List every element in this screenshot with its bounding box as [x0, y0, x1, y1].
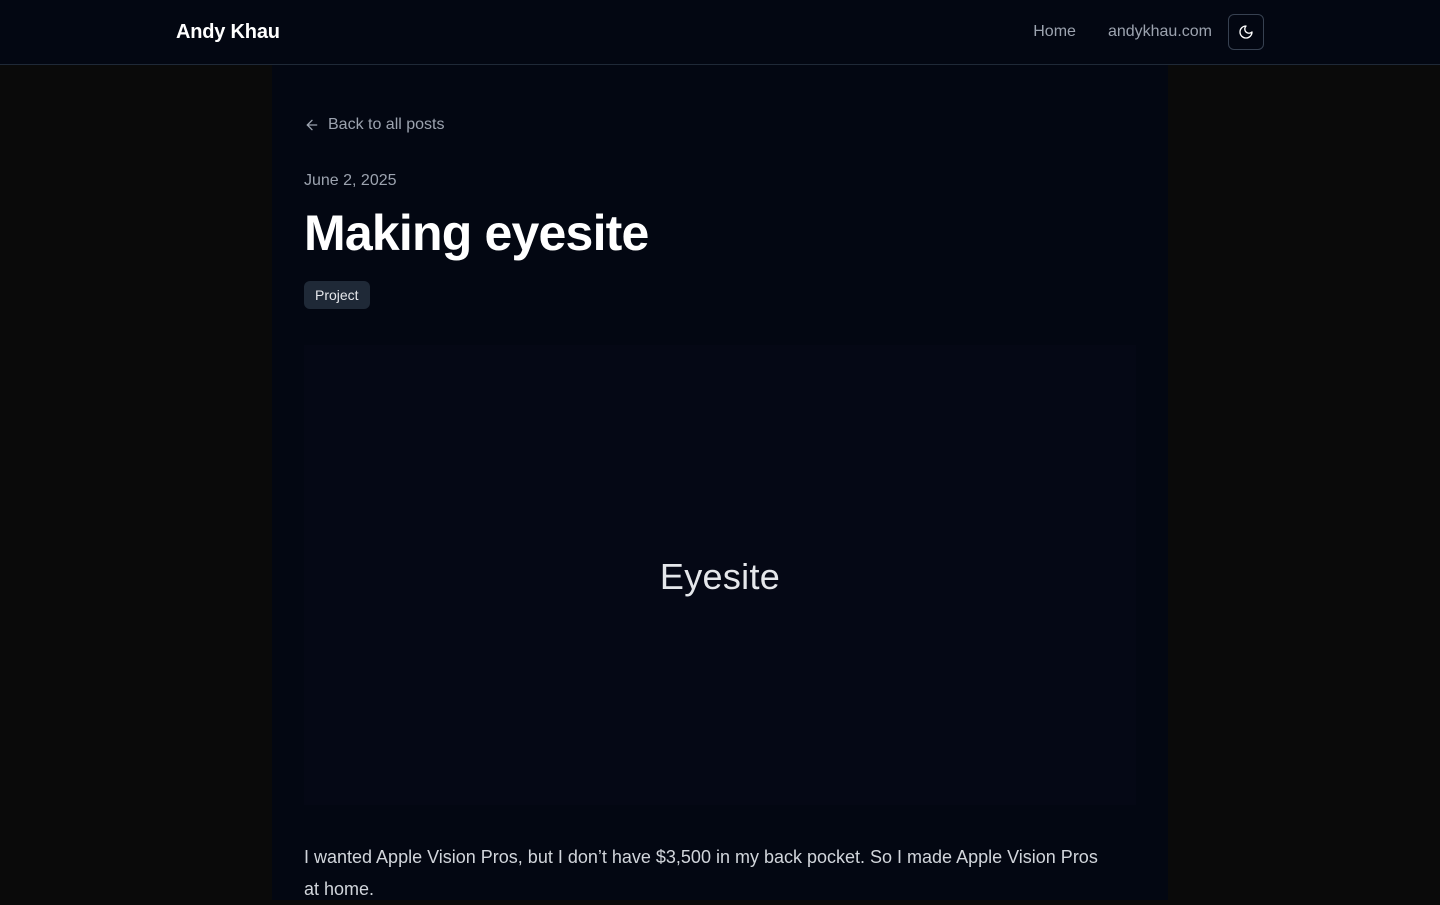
arrow-left-icon — [304, 117, 320, 133]
main-nav: Home andykhau.com — [1033, 20, 1212, 44]
top-navbar: Andy Khau Home andykhau.com — [0, 0, 1440, 65]
tag-badge[interactable]: Project — [304, 281, 370, 309]
hero-image: Eyesite — [304, 345, 1136, 805]
hero-image-text: Eyesite — [659, 556, 781, 597]
article-container: Back to all posts June 2, 2025 Making ey… — [272, 65, 1168, 900]
back-to-posts-link[interactable]: Back to all posts — [304, 113, 445, 137]
back-link-label: Back to all posts — [328, 116, 445, 133]
moon-icon — [1238, 24, 1254, 40]
nav-link-andykhau[interactable]: andykhau.com — [1108, 20, 1212, 44]
theme-toggle-button[interactable] — [1228, 14, 1264, 50]
post-title: Making eyesite — [304, 205, 649, 261]
nav-link-home[interactable]: Home — [1033, 20, 1076, 44]
site-brand-link[interactable]: Andy Khau — [176, 19, 280, 45]
post-date: June 2, 2025 — [304, 172, 397, 189]
post-body-paragraph: I wanted Apple Vision Pros, but I don’t … — [304, 847, 1098, 899]
